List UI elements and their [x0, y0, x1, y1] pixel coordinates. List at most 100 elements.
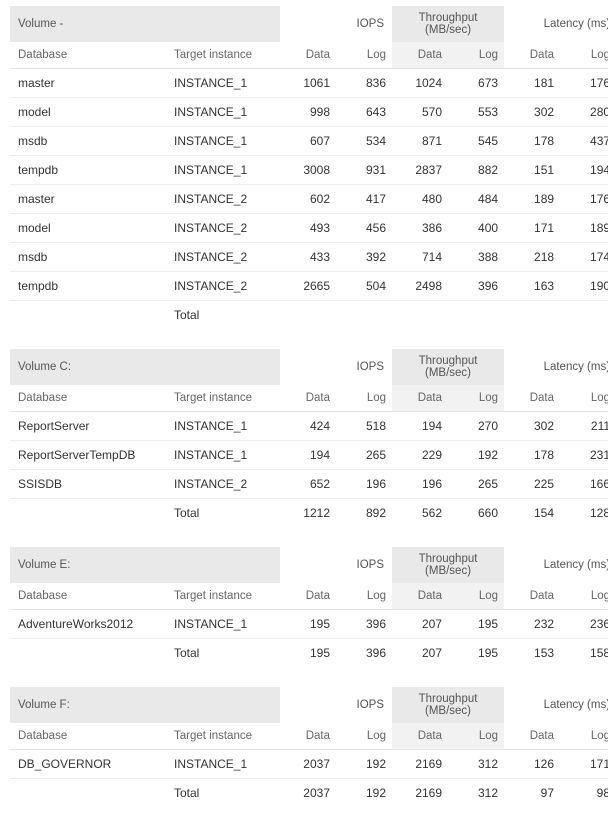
- cell-database: [10, 499, 170, 528]
- column-header-iops-data[interactable]: Data: [280, 583, 336, 610]
- column-header-database[interactable]: Database: [10, 723, 170, 750]
- table-row[interactable]: SSISDBINSTANCE_2652196196265225166: [10, 470, 608, 499]
- cell-latency-log: 280: [560, 98, 608, 127]
- cell-iops-data: 652: [280, 470, 336, 499]
- column-header-iops-log[interactable]: Log: [336, 723, 392, 750]
- cell-database: AdventureWorks2012: [10, 610, 170, 639]
- table-row[interactable]: AdventureWorks2012INSTANCE_1195396207195…: [10, 610, 608, 639]
- table-row[interactable]: DB_GOVERNORINSTANCE_12037192216931212617…: [10, 750, 608, 779]
- column-header-target-instance[interactable]: Target instance: [170, 723, 280, 750]
- cell-latency-data: 218: [504, 243, 560, 272]
- column-header-throughput-log[interactable]: Log: [448, 583, 504, 610]
- cell-throughput-data: 229: [392, 441, 448, 470]
- cell-latency-log: [560, 301, 608, 330]
- column-header-latency-data[interactable]: Data: [504, 42, 560, 69]
- column-header-iops-log[interactable]: Log: [336, 385, 392, 412]
- cell-throughput-log: 673: [448, 69, 504, 98]
- column-header-iops-data[interactable]: Data: [280, 385, 336, 412]
- cell-latency-log: 171: [560, 750, 608, 779]
- cell-target-instance: INSTANCE_2: [170, 470, 280, 499]
- column-header-throughput-log[interactable]: Log: [448, 42, 504, 69]
- volume-label: Volume C:: [10, 349, 280, 385]
- cell-throughput-log: 400: [448, 214, 504, 243]
- column-header-latency-log[interactable]: Log: [560, 583, 608, 610]
- column-header-iops-log[interactable]: Log: [336, 583, 392, 610]
- table-row[interactable]: ReportServerINSTANCE_1424518194270302211: [10, 412, 608, 441]
- column-header-throughput-data[interactable]: Data: [392, 583, 448, 610]
- cell-latency-log: 176: [560, 185, 608, 214]
- cell-database: master: [10, 69, 170, 98]
- group-header-latency: Latency (ms): [504, 547, 608, 583]
- column-header-throughput-data[interactable]: Data: [392, 385, 448, 412]
- column-header-target-instance[interactable]: Target instance: [170, 42, 280, 69]
- cell-iops-log: 643: [336, 98, 392, 127]
- column-header-latency-log[interactable]: Log: [560, 385, 608, 412]
- table-row[interactable]: modelINSTANCE_1998643570553302280: [10, 98, 608, 127]
- cell-iops-log: 931: [336, 156, 392, 185]
- column-header-latency-data[interactable]: Data: [504, 583, 560, 610]
- metrics-table: Volume F:IOPSThroughput (MB/sec)Latency …: [10, 687, 608, 807]
- column-header-iops-data[interactable]: Data: [280, 42, 336, 69]
- cell-database: [10, 639, 170, 668]
- column-header-throughput-log[interactable]: Log: [448, 385, 504, 412]
- table-row[interactable]: ReportServerTempDBINSTANCE_1194265229192…: [10, 441, 608, 470]
- group-header-throughput: Throughput (MB/sec): [392, 6, 504, 42]
- table-row[interactable]: msdbINSTANCE_1607534871545178437: [10, 127, 608, 156]
- column-header-target-instance[interactable]: Target instance: [170, 385, 280, 412]
- group-header-iops: IOPS: [280, 6, 392, 42]
- cell-target-instance: INSTANCE_1: [170, 127, 280, 156]
- column-header-latency-log[interactable]: Log: [560, 42, 608, 69]
- table-row[interactable]: tempdbINSTANCE_226655042498396163190: [10, 272, 608, 301]
- cell-iops-log: 196: [336, 470, 392, 499]
- column-header-target-instance[interactable]: Target instance: [170, 583, 280, 610]
- cell-iops-data: 433: [280, 243, 336, 272]
- group-header-iops: IOPS: [280, 547, 392, 583]
- cell-throughput-log: 265: [448, 470, 504, 499]
- cell-throughput-log: 396: [448, 272, 504, 301]
- cell-total-label: Total: [170, 499, 280, 528]
- cell-latency-data: 302: [504, 98, 560, 127]
- cell-iops-log: 504: [336, 272, 392, 301]
- column-header-latency-data[interactable]: Data: [504, 723, 560, 750]
- cell-iops-log: 192: [336, 750, 392, 779]
- cell-database: model: [10, 214, 170, 243]
- cell-throughput-data: 2169: [392, 779, 448, 808]
- table-row[interactable]: masterINSTANCE_110618361024673181176: [10, 69, 608, 98]
- column-header-throughput-data[interactable]: Data: [392, 723, 448, 750]
- cell-latency-log: 236: [560, 610, 608, 639]
- cell-throughput-log: 388: [448, 243, 504, 272]
- table-row[interactable]: tempdbINSTANCE_130089312837882151194: [10, 156, 608, 185]
- cell-database: [10, 779, 170, 808]
- cell-throughput-data: 194: [392, 412, 448, 441]
- cell-throughput-log: 195: [448, 610, 504, 639]
- cell-database: model: [10, 98, 170, 127]
- cell-throughput-log: 312: [448, 750, 504, 779]
- column-header-latency-log[interactable]: Log: [560, 723, 608, 750]
- table-row[interactable]: modelINSTANCE_2493456386400171189: [10, 214, 608, 243]
- cell-latency-log: 98: [560, 779, 608, 808]
- column-header-database[interactable]: Database: [10, 42, 170, 69]
- column-header-throughput-data[interactable]: Data: [392, 42, 448, 69]
- cell-iops-data: 998: [280, 98, 336, 127]
- column-header-iops-log[interactable]: Log: [336, 42, 392, 69]
- cell-throughput-data: 196: [392, 470, 448, 499]
- cell-throughput-log: 312: [448, 779, 504, 808]
- cell-target-instance: INSTANCE_1: [170, 69, 280, 98]
- cell-latency-data: 302: [504, 412, 560, 441]
- table-row-total: Total1212892562660154128: [10, 499, 608, 528]
- column-header-database[interactable]: Database: [10, 385, 170, 412]
- table-row[interactable]: masterINSTANCE_2602417480484189176: [10, 185, 608, 214]
- column-header-database[interactable]: Database: [10, 583, 170, 610]
- cell-latency-data: 163: [504, 272, 560, 301]
- cell-throughput-data: 1024: [392, 69, 448, 98]
- cell-iops-log: 396: [336, 639, 392, 668]
- volume-label: Volume E:: [10, 547, 280, 583]
- table-row[interactable]: msdbINSTANCE_2433392714388218174: [10, 243, 608, 272]
- cell-target-instance: INSTANCE_1: [170, 610, 280, 639]
- cell-throughput-log: [448, 301, 504, 330]
- cell-target-instance: INSTANCE_2: [170, 214, 280, 243]
- column-header-iops-data[interactable]: Data: [280, 723, 336, 750]
- column-header-throughput-log[interactable]: Log: [448, 723, 504, 750]
- cell-latency-log: 231: [560, 441, 608, 470]
- column-header-latency-data[interactable]: Data: [504, 385, 560, 412]
